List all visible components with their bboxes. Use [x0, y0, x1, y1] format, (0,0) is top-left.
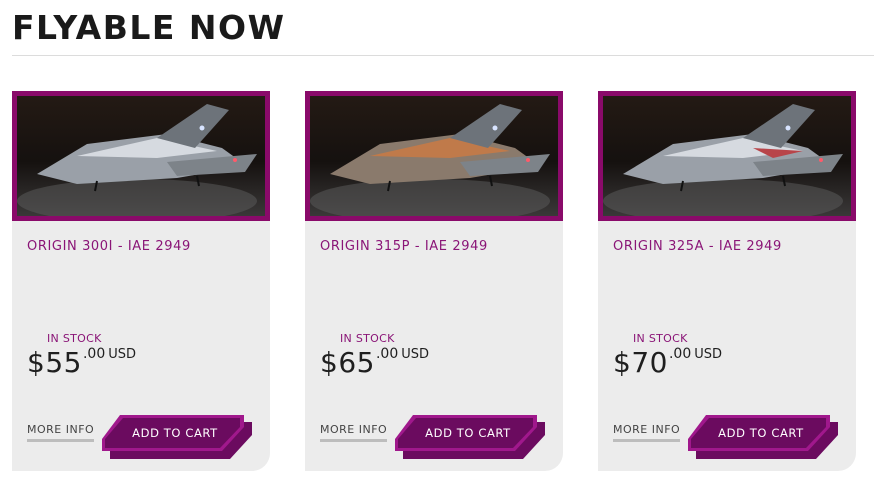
product-card: ORIGIN 300I - IAE 2949 IN STOCK $55.00 US…	[12, 91, 270, 471]
price-currency: $	[613, 346, 632, 379]
spaceship-image	[603, 96, 851, 216]
product-name-link[interactable]: ORIGIN 325A - IAE 2949	[613, 239, 782, 254]
product-price: $70.00 USD	[613, 346, 722, 379]
product-name-link[interactable]: ORIGIN 315P - IAE 2949	[320, 239, 488, 254]
add-to-cart-label: ADD TO CART	[132, 426, 218, 440]
price-currency-code: USD	[401, 347, 430, 362]
price-cents: .00	[668, 346, 692, 362]
price-amount: 55	[45, 346, 82, 379]
section-title: FLYABLE NOW	[12, 8, 286, 47]
add-to-cart-label: ADD TO CART	[718, 426, 804, 440]
product-card: ORIGIN 315P - IAE 2949 IN STOCK $65.00 US…	[305, 91, 563, 471]
more-info-link[interactable]: MORE INFO	[27, 423, 95, 442]
price-cents: .00	[375, 346, 399, 362]
product-price: $55.00 USD	[27, 346, 136, 379]
price-cents: .00	[82, 346, 106, 362]
add-to-cart-button[interactable]: ADD TO CART	[395, 415, 545, 459]
more-info-link[interactable]: MORE INFO	[320, 423, 388, 442]
product-image[interactable]	[598, 91, 856, 221]
product-price: $65.00 USD	[320, 346, 429, 379]
stock-status: IN STOCK	[340, 332, 395, 345]
title-divider	[12, 55, 874, 56]
spaceship-image	[310, 96, 558, 216]
price-currency: $	[27, 346, 46, 379]
price-amount: 70	[631, 346, 668, 379]
price-amount: 65	[338, 346, 375, 379]
product-card: ORIGIN 325A - IAE 2949 IN STOCK $70.00 US…	[598, 91, 856, 471]
price-currency: $	[320, 346, 339, 379]
product-image[interactable]	[12, 91, 270, 221]
product-name-link[interactable]: ORIGIN 300I - IAE 2949	[27, 239, 191, 254]
price-currency-code: USD	[694, 347, 723, 362]
add-to-cart-label: ADD TO CART	[425, 426, 511, 440]
more-info-link[interactable]: MORE INFO	[613, 423, 681, 442]
product-image[interactable]	[305, 91, 563, 221]
spaceship-image	[17, 96, 265, 216]
stock-status: IN STOCK	[633, 332, 688, 345]
stock-status: IN STOCK	[47, 332, 102, 345]
add-to-cart-button[interactable]: ADD TO CART	[688, 415, 838, 459]
price-currency-code: USD	[108, 347, 137, 362]
add-to-cart-button[interactable]: ADD TO CART	[102, 415, 252, 459]
